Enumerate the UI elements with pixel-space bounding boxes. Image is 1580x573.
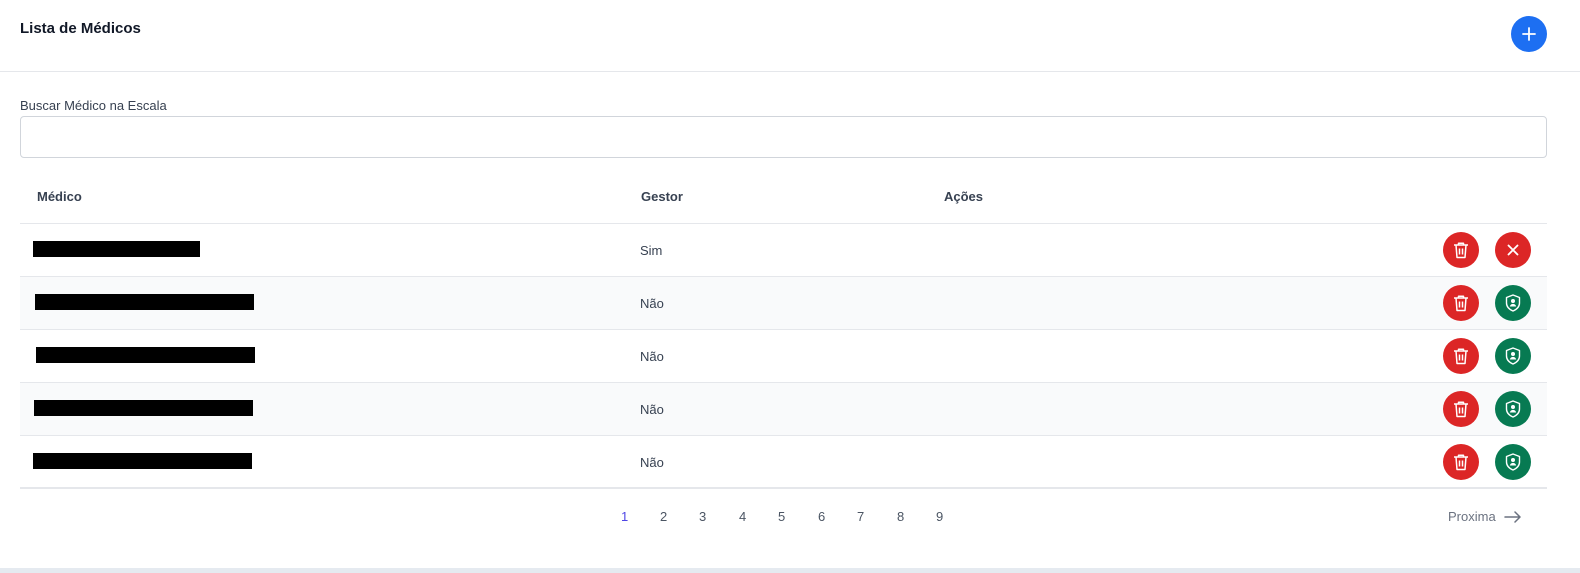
make-manager-button[interactable]	[1495, 285, 1531, 321]
trash-icon	[1454, 454, 1468, 471]
page-4-link[interactable]: 4	[739, 509, 746, 524]
table-row: Não	[20, 277, 1547, 330]
page-8-link[interactable]: 8	[897, 509, 904, 524]
delete-button[interactable]	[1443, 391, 1479, 427]
page-9-link[interactable]: 9	[936, 509, 943, 524]
trash-icon	[1454, 295, 1468, 312]
pagination: 1 2 3 4 5 6 7 8 9 Proxima	[0, 505, 1580, 529]
table-row: Não	[20, 383, 1547, 436]
shield-user-icon	[1505, 294, 1521, 312]
trash-icon	[1454, 242, 1468, 259]
gestor-value: Não	[640, 296, 664, 311]
doctor-name-redacted	[34, 400, 253, 416]
column-header-medico: Médico	[37, 189, 82, 204]
doctor-name-redacted	[35, 294, 254, 310]
table-row: Sim	[20, 224, 1547, 277]
page-2-link[interactable]: 2	[660, 509, 667, 524]
gestor-value: Não	[640, 349, 664, 364]
doctor-list-card: Lista de Médicos Buscar Médico na Escala…	[0, 0, 1580, 568]
doctor-name-redacted	[36, 347, 255, 363]
plus-icon	[1522, 27, 1536, 41]
gestor-value: Não	[640, 455, 664, 470]
make-manager-button[interactable]	[1495, 338, 1531, 374]
trash-icon	[1454, 348, 1468, 365]
search-label: Buscar Médico na Escala	[20, 98, 167, 113]
doctor-table: Médico Gestor Ações Sim Não Não Não Não	[20, 171, 1547, 489]
make-manager-button[interactable]	[1495, 391, 1531, 427]
gestor-value: Sim	[640, 243, 663, 258]
page-6-link[interactable]: 6	[818, 509, 825, 524]
card-header: Lista de Médicos	[0, 0, 1580, 72]
page-title: Lista de Médicos	[20, 20, 141, 37]
search-input[interactable]	[20, 116, 1547, 158]
table-row: Não	[20, 330, 1547, 383]
table-header: Médico Gestor Ações	[20, 171, 1547, 224]
gestor-value: Não	[640, 402, 664, 417]
page-7-link[interactable]: 7	[857, 509, 864, 524]
page-1-link[interactable]: 1	[621, 509, 628, 524]
add-doctor-button[interactable]	[1511, 16, 1547, 52]
remove-manager-button[interactable]	[1495, 232, 1531, 268]
delete-button[interactable]	[1443, 232, 1479, 268]
trash-icon	[1454, 401, 1468, 418]
column-header-acoes: Ações	[944, 189, 984, 204]
doctor-name-redacted	[33, 241, 200, 257]
page-5-link[interactable]: 5	[778, 509, 785, 524]
table-row: Não	[20, 436, 1547, 489]
arrow-right-icon	[1503, 510, 1521, 523]
shield-user-icon	[1505, 400, 1521, 418]
next-page-label: Proxima	[1448, 509, 1496, 524]
delete-button[interactable]	[1443, 285, 1479, 321]
doctor-name-redacted	[33, 453, 252, 469]
next-page-button[interactable]: Proxima	[1448, 509, 1522, 524]
delete-button[interactable]	[1443, 444, 1479, 480]
shield-user-icon	[1505, 347, 1521, 365]
close-icon	[1507, 244, 1519, 256]
shield-user-icon	[1505, 453, 1521, 471]
page-3-link[interactable]: 3	[699, 509, 706, 524]
column-header-gestor: Gestor	[641, 189, 683, 204]
delete-button[interactable]	[1443, 338, 1479, 374]
make-manager-button[interactable]	[1495, 444, 1531, 480]
